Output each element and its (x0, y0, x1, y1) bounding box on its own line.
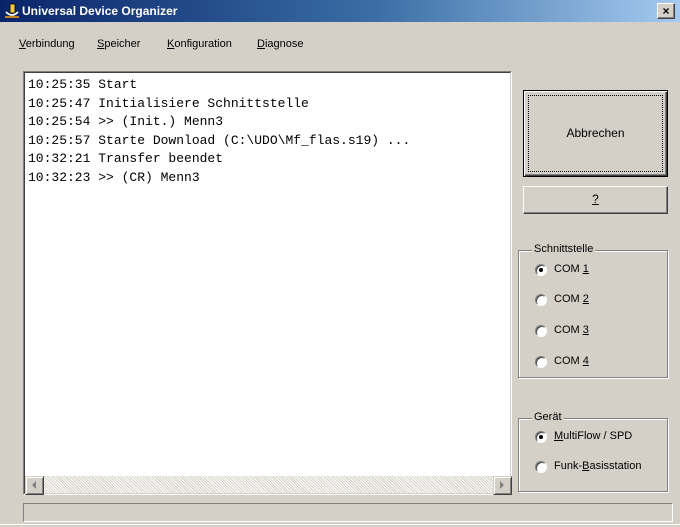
menu-diagnose[interactable]: Diagnose (257, 38, 304, 50)
help-button-label: ? (592, 192, 599, 206)
log-text: 10:25:35 Start 10:25:47 Initialisiere Sch… (28, 76, 506, 471)
device-group-title: Gerät (532, 411, 564, 423)
radio-button[interactable] (535, 356, 547, 368)
interface-group-title: Schnittstelle (532, 243, 596, 255)
close-button[interactable]: × (657, 3, 675, 19)
udo-app-icon (5, 3, 19, 18)
radio-button[interactable] (535, 294, 547, 306)
window-title: Universal Device Organizer (22, 4, 178, 18)
horizontal-scrollbar[interactable] (25, 476, 512, 495)
radio-button[interactable] (535, 264, 547, 276)
menu-verbindung[interactable]: Verbindung (19, 38, 75, 50)
log-line: 10:25:35 Start (28, 77, 138, 92)
radio-button[interactable] (535, 461, 547, 473)
arrow-left-icon (32, 481, 36, 489)
log-line: 10:25:57 Starte Download (C:\UDO\Mf_flas… (28, 132, 411, 148)
menu-speicher[interactable]: Speicher (97, 38, 140, 50)
title-bar[interactable]: Universal Device Organizer × (0, 0, 680, 22)
scroll-right-button[interactable] (493, 476, 512, 495)
log-line: 10:32:21 Transfer beendet (28, 151, 224, 166)
radio-button[interactable] (535, 325, 547, 337)
log-line: 10:32:23 >> (CR) Menn3 (28, 169, 200, 185)
status-bar (23, 503, 673, 522)
radio-button[interactable] (535, 431, 547, 443)
log-line: 10:25:47 Initialisiere Schnittstelle (28, 95, 309, 111)
abort-button-label: Abbrechen (566, 126, 625, 140)
arrow-right-icon (500, 481, 504, 489)
menu-konfiguration[interactable]: Konfiguration (167, 38, 232, 50)
menu-bar: Verbindung Speicher Konfiguration Diagno… (0, 38, 680, 56)
log-line: 10:25:54 >> (Init.) Menn3 (28, 114, 224, 129)
scroll-left-button[interactable] (25, 476, 44, 495)
